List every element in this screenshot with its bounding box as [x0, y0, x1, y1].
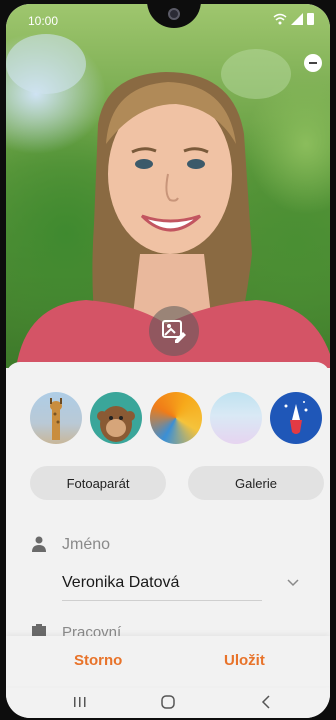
chevron-down-icon[interactable]: [286, 578, 300, 588]
rocket-icon: [284, 401, 308, 434]
wifi-icon: [273, 13, 287, 25]
status-icons: [273, 13, 314, 25]
navigation-bar: [6, 686, 330, 718]
photo-source-buttons: Fotoaparát Galerie: [30, 466, 324, 500]
front-camera: [168, 8, 180, 20]
recents-icon: [74, 697, 86, 707]
back-icon: [261, 695, 270, 709]
status-time: 10:00: [28, 14, 59, 28]
save-button[interactable]: Uložit: [224, 652, 265, 669]
minus-icon: [309, 62, 317, 64]
signal-icon: [291, 13, 303, 25]
name-input-underline: [62, 600, 262, 601]
recents-button[interactable]: [68, 690, 92, 714]
status-bar: 10:00: [6, 4, 330, 34]
building-icon: [32, 624, 46, 636]
avatar-abstract-orange[interactable]: [150, 392, 202, 444]
camera-notch: [147, 4, 201, 28]
name-field-label: Jméno: [62, 536, 111, 553]
avatar-picker: [30, 392, 322, 444]
avatar-pastel-clouds[interactable]: [210, 392, 262, 444]
giraffe-icon: [50, 398, 62, 440]
action-bar: Storno Uložit: [6, 636, 330, 686]
avatar-rocket[interactable]: [270, 392, 322, 444]
back-button[interactable]: [254, 690, 278, 714]
phone-frame: 10:00 Fotoaparát Galerie Jméno Veronika …: [0, 0, 336, 720]
cancel-button[interactable]: Storno: [74, 652, 122, 669]
edit-photo-button[interactable]: [149, 306, 199, 356]
remove-photo-button[interactable]: [304, 54, 322, 72]
camera-button[interactable]: Fotoaparát: [30, 466, 166, 500]
name-input[interactable]: Veronika Datová: [62, 574, 179, 592]
battery-icon: [307, 13, 314, 25]
avatar-monkey[interactable]: [90, 392, 142, 444]
gallery-button[interactable]: Galerie: [188, 466, 324, 500]
home-button[interactable]: [156, 690, 180, 714]
screen: 10:00 Fotoaparát Galerie Jméno Veronika …: [6, 4, 330, 718]
person-icon: [32, 536, 46, 552]
monkey-icon: [97, 406, 135, 442]
image-edit-icon: [162, 320, 186, 343]
edit-panel: Fotoaparát Galerie Jméno Veronika Datová…: [6, 362, 330, 718]
avatar-giraffe[interactable]: [30, 392, 82, 444]
contact-photo: [6, 4, 330, 368]
home-icon: [161, 695, 175, 709]
